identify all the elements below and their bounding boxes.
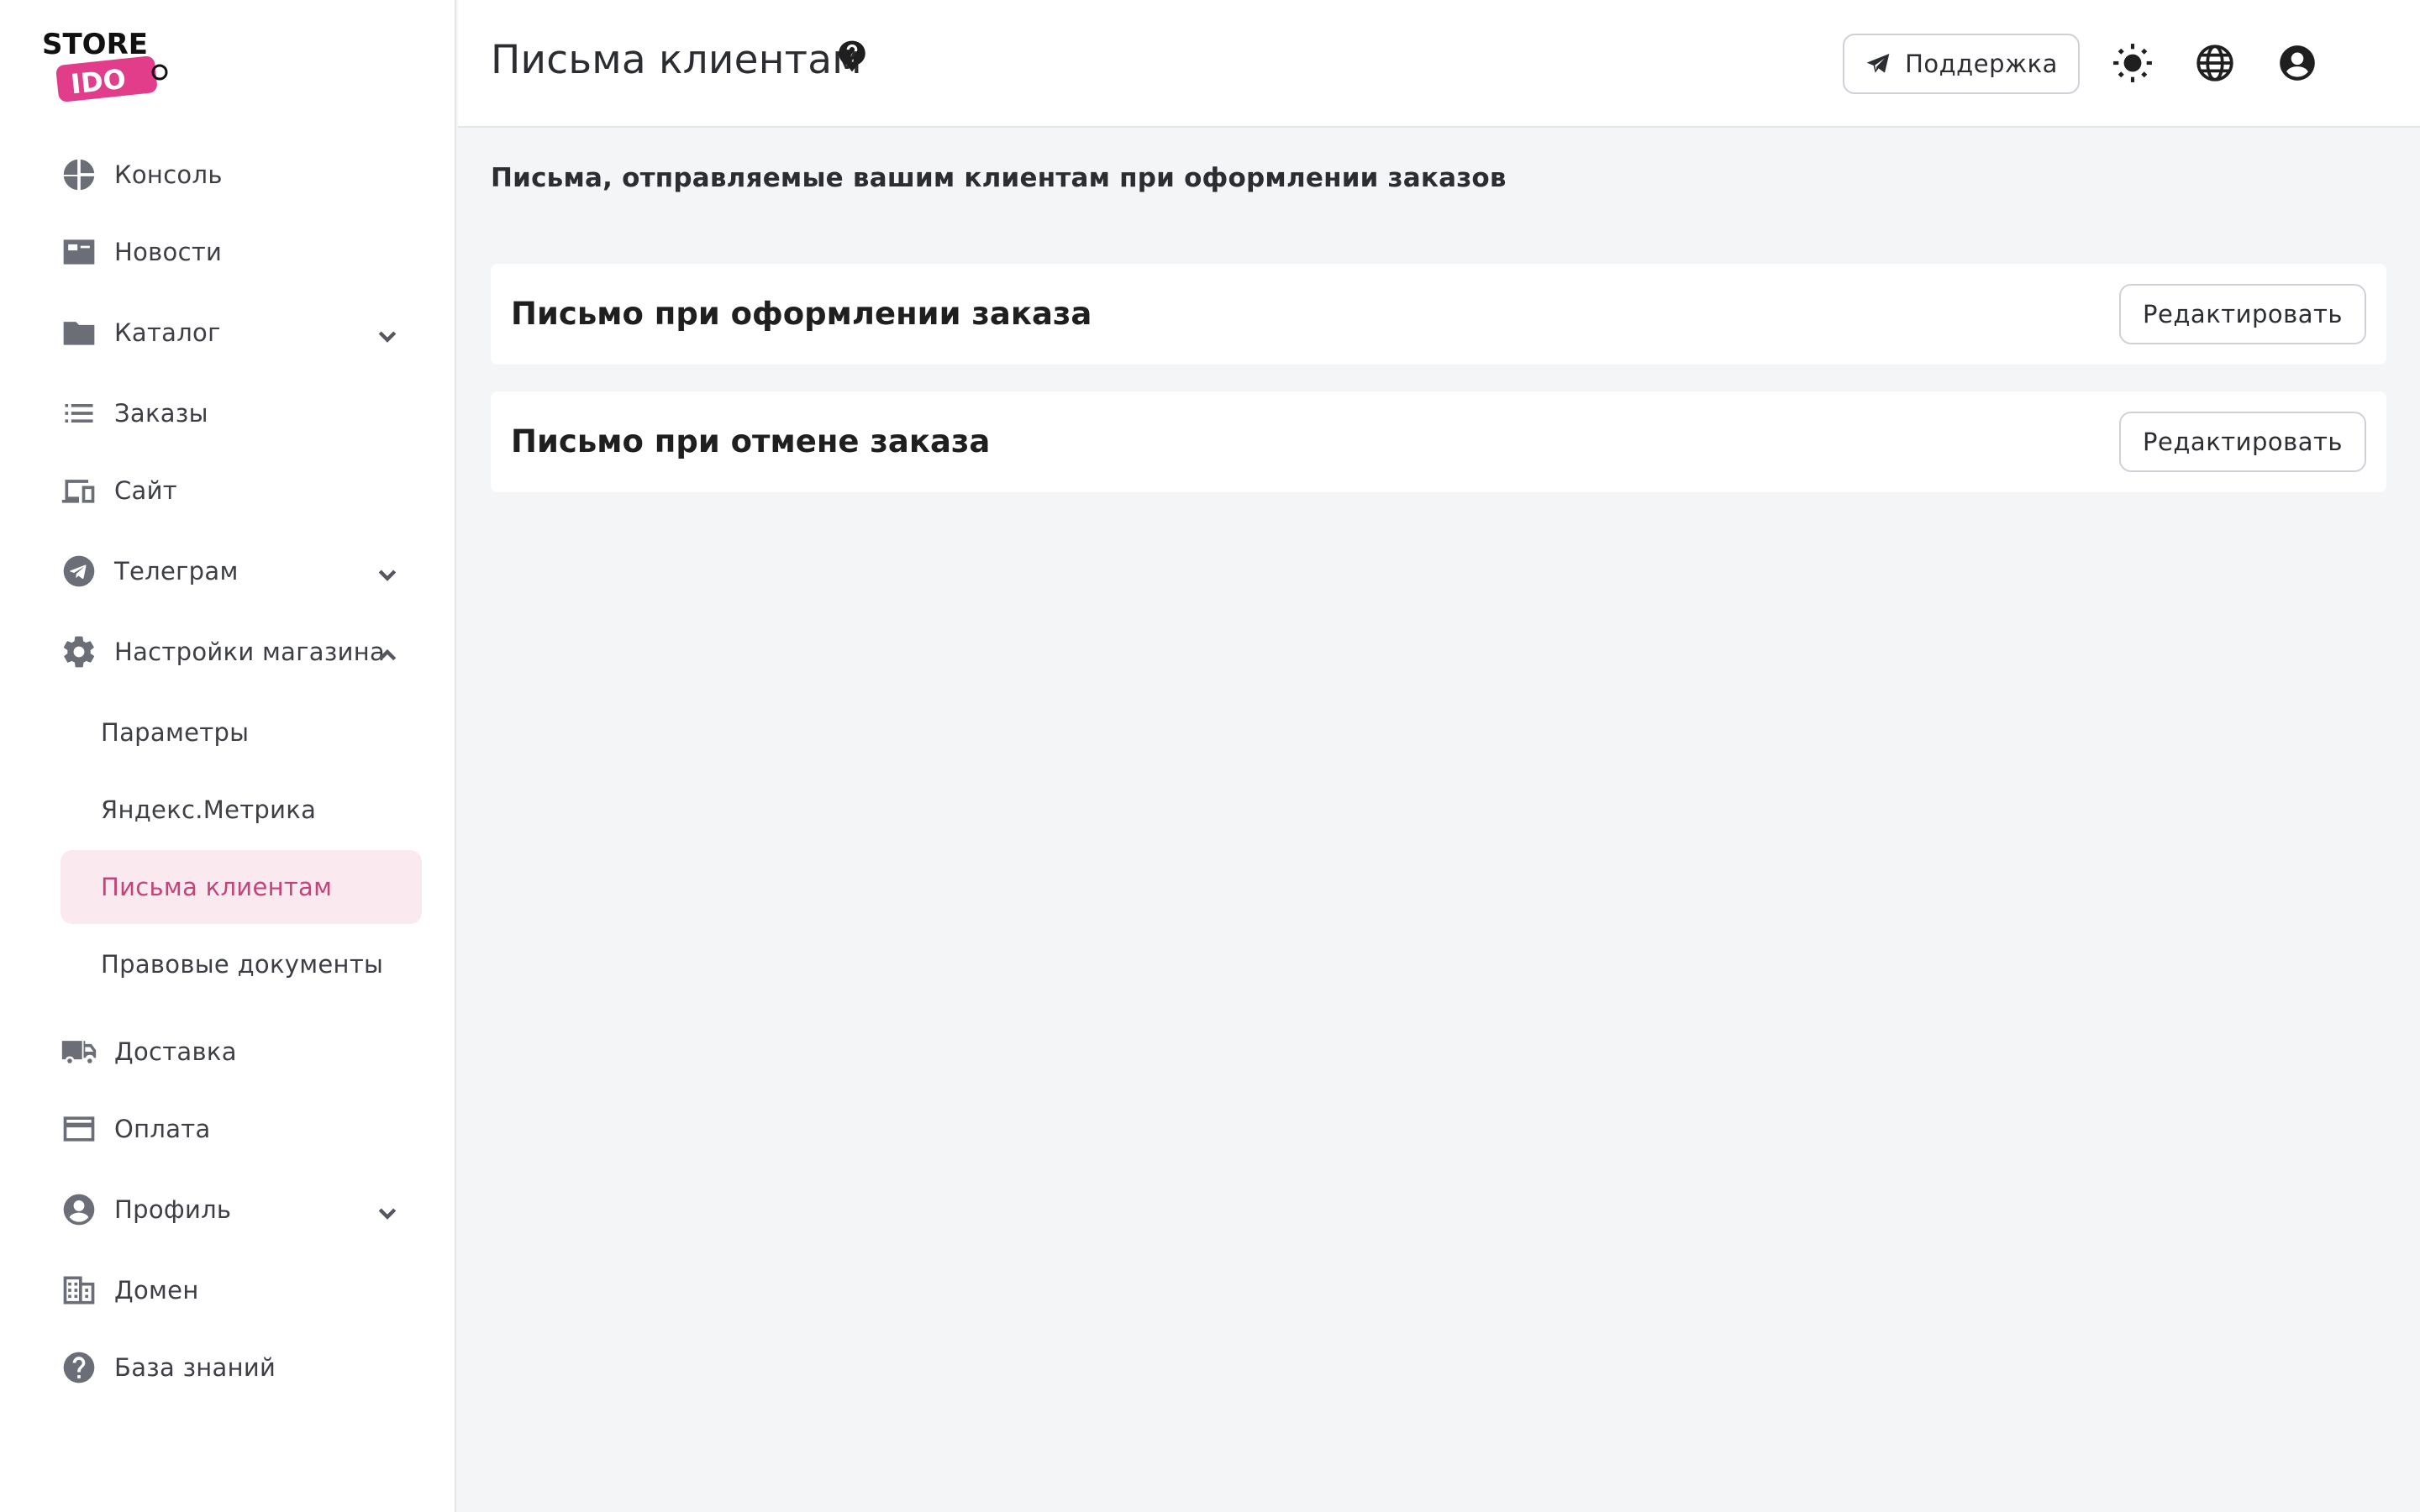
- edit-button[interactable]: Редактировать: [2119, 284, 2366, 344]
- submenu-item-customer-letters[interactable]: Письма клиентам: [60, 850, 422, 924]
- sidebar-item-label: Профиль: [114, 1195, 232, 1224]
- support-button[interactable]: Поддержка: [1843, 34, 2080, 94]
- store-ido-logo[interactable]: STORE IDO: [40, 29, 175, 106]
- devices-icon: [60, 472, 97, 509]
- sidebar-item-knowledge-base[interactable]: База знаний: [60, 1337, 422, 1398]
- sidebar-item-label: Новости: [114, 238, 223, 266]
- folder-icon: [60, 314, 97, 351]
- letter-card-title: Письмо при отмене заказа: [511, 423, 991, 459]
- sidebar-item-orders[interactable]: Заказы: [60, 383, 422, 444]
- sidebar-item-label: Домен: [114, 1276, 199, 1305]
- building-icon: [60, 1272, 97, 1309]
- sidebar-item-label: Доставка: [114, 1037, 237, 1066]
- sidebar-item-site[interactable]: Сайт: [60, 460, 422, 521]
- sidebar-item-payment[interactable]: Оплата: [60, 1099, 422, 1159]
- edit-button-label: Редактировать: [2143, 300, 2343, 328]
- sidebar-item-label: Оплата: [114, 1115, 211, 1143]
- letter-card-title: Письмо при оформлении заказа: [511, 296, 1092, 332]
- submenu-item-yandex-metrika[interactable]: Яндекс.Метрика: [60, 773, 422, 847]
- submenu-item-label: Правовые документы: [101, 950, 384, 979]
- submenu-item-legal-documents[interactable]: Правовые документы: [60, 927, 422, 1001]
- sidebar-item-console[interactable]: Консоль: [60, 144, 422, 205]
- page-description: Письма, отправляемые вашим клиентам при …: [491, 163, 1507, 193]
- edit-button-label: Редактировать: [2143, 428, 2343, 456]
- sidebar-item-label: Настройки магазина: [114, 638, 386, 666]
- sidebar-item-label: База знаний: [114, 1353, 276, 1382]
- support-button-label: Поддержка: [1905, 50, 2058, 78]
- sidebar-item-label: Сайт: [114, 476, 177, 505]
- sidebar-item-label: Заказы: [114, 399, 208, 428]
- sidebar-item-domain[interactable]: Домен: [60, 1260, 422, 1320]
- submenu-item-parameters[interactable]: Параметры: [60, 696, 422, 769]
- letter-card-order-placed: Письмо при оформлении заказа Редактирова…: [491, 264, 2386, 365]
- news-icon: [60, 234, 97, 270]
- chevron-down-icon[interactable]: [375, 1201, 400, 1226]
- edit-button[interactable]: Редактировать: [2119, 412, 2366, 472]
- svg-text:IDO: IDO: [69, 63, 127, 101]
- chevron-down-icon[interactable]: [375, 324, 400, 349]
- sidebar-item-profile[interactable]: Профиль: [60, 1179, 422, 1240]
- chevron-up-icon[interactable]: [375, 643, 400, 669]
- account-icon[interactable]: [2276, 42, 2318, 84]
- page-title: Письма клиентам: [491, 37, 862, 83]
- sidebar-item-delivery[interactable]: Доставка: [60, 1021, 422, 1082]
- sidebar: STORE IDO Консоль Новости Каталог Заказы…: [0, 0, 456, 1512]
- sidebar-item-label: Телеграм: [114, 557, 239, 585]
- credit-card-icon: [60, 1110, 97, 1147]
- console-icon: [60, 156, 97, 193]
- sidebar-item-news[interactable]: Новости: [60, 222, 422, 282]
- sidebar-item-store-settings[interactable]: Настройки магазина: [60, 622, 422, 682]
- submenu-item-label: Письма клиентам: [101, 873, 333, 901]
- globe-icon[interactable]: [2194, 42, 2236, 84]
- list-icon: [60, 395, 97, 432]
- help-circle-icon: [60, 1349, 97, 1386]
- sidebar-item-label: Консоль: [114, 160, 223, 189]
- submenu-item-label: Яндекс.Метрика: [101, 795, 317, 824]
- user-circle-icon: [60, 1191, 97, 1228]
- telegram-icon: [60, 553, 97, 590]
- gear-icon: [60, 633, 97, 670]
- submenu-item-label: Параметры: [101, 718, 250, 747]
- svg-text:STORE: STORE: [42, 29, 148, 61]
- send-icon: [1866, 54, 1890, 73]
- app-root: STORE IDO Консоль Новости Каталог Заказы…: [0, 0, 2420, 1512]
- help-icon[interactable]: [834, 39, 870, 74]
- sidebar-item-telegram[interactable]: Телеграм: [60, 541, 422, 601]
- sidebar-item-label: Каталог: [114, 318, 221, 347]
- sidebar-item-catalog[interactable]: Каталог: [60, 302, 422, 363]
- letter-card-order-cancelled: Письмо при отмене заказа Редактировать: [491, 391, 2386, 492]
- top-header: Письма клиентам Поддержка: [458, 0, 2420, 128]
- chevron-down-icon[interactable]: [375, 563, 400, 588]
- sun-icon[interactable]: [2112, 42, 2154, 84]
- truck-icon: [60, 1033, 97, 1070]
